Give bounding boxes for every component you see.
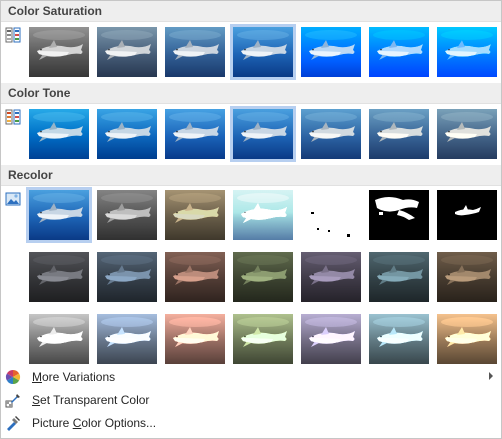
color-option-tile[interactable] — [369, 252, 429, 302]
shark-thumbnail-image — [233, 109, 293, 159]
color-option-tile[interactable] — [230, 106, 296, 162]
color-option-tile[interactable] — [230, 24, 296, 80]
color-option-tile[interactable] — [97, 27, 157, 77]
shark-thumbnail-image — [233, 190, 293, 240]
color-option-tile[interactable] — [26, 187, 92, 243]
shark-thumbnail-image — [437, 252, 497, 302]
section-header-tone: Color Tone — [1, 83, 501, 104]
color-option-tile[interactable] — [369, 27, 429, 77]
shark-thumbnail-image — [437, 27, 497, 77]
color-option-tile[interactable] — [29, 109, 89, 159]
color-option-tile[interactable] — [29, 314, 89, 364]
color-option-tile[interactable] — [301, 252, 361, 302]
recolor-picture-icon — [5, 192, 21, 206]
shark-thumbnail-image — [97, 314, 157, 364]
color-option-tile[interactable] — [29, 27, 89, 77]
color-option-tile[interactable] — [165, 27, 225, 77]
shark-thumbnail-image — [29, 314, 89, 364]
section-header-saturation: Color Saturation — [1, 1, 501, 22]
color-tone-icon — [5, 109, 21, 125]
more-variations-label: More Variations — [32, 370, 116, 384]
section-title: Color Tone — [8, 86, 71, 100]
color-option-tile[interactable] — [97, 190, 157, 240]
set-transparent-color-menu-item[interactable]: Set Transparent Color — [1, 389, 501, 411]
color-option-tile[interactable] — [301, 190, 361, 240]
shark-thumbnail-image — [301, 314, 361, 364]
color-option-tile[interactable] — [301, 109, 361, 159]
shark-thumbnail-image — [233, 27, 293, 77]
shark-thumbnail-image — [97, 27, 157, 77]
shark-thumbnail-image — [165, 252, 225, 302]
picture-color-options-label: Picture Color Options... — [32, 416, 157, 430]
color-option-tile[interactable] — [301, 27, 361, 77]
shark-thumbnail-image — [369, 252, 429, 302]
picture-color-gallery: Color Saturation Color Tone Recolor More… — [0, 0, 502, 439]
shark-thumbnail-image — [301, 109, 361, 159]
shark-thumbnail-image — [369, 314, 429, 364]
shark-thumbnail-image — [29, 109, 89, 159]
shark-thumbnail-image — [97, 190, 157, 240]
shark-thumbnail-image — [233, 314, 293, 364]
color-option-tile[interactable] — [97, 109, 157, 159]
shark-thumbnail-image — [437, 314, 497, 364]
shark-thumbnail-image — [165, 314, 225, 364]
color-option-tile[interactable] — [437, 27, 497, 77]
color-option-tile[interactable] — [165, 109, 225, 159]
color-option-tile[interactable] — [29, 252, 89, 302]
eyedropper-transparent-icon — [5, 394, 20, 408]
shark-thumbnail-image — [369, 109, 429, 159]
shark-thumbnail-image — [29, 27, 89, 77]
color-wheel-icon — [5, 369, 21, 385]
color-option-tile[interactable] — [233, 252, 293, 302]
color-option-tile[interactable] — [233, 190, 293, 240]
shark-thumbnail-image — [369, 27, 429, 77]
shark-thumbnail-image — [301, 190, 361, 240]
color-option-tile[interactable] — [97, 314, 157, 364]
shark-thumbnail-image — [165, 109, 225, 159]
shark-thumbnail-image — [369, 190, 429, 240]
shark-thumbnail-image — [437, 190, 497, 240]
shark-thumbnail-image — [165, 190, 225, 240]
color-option-tile[interactable] — [165, 252, 225, 302]
shark-thumbnail-image — [437, 109, 497, 159]
color-option-tile[interactable] — [165, 314, 225, 364]
shark-thumbnail-image — [97, 252, 157, 302]
shark-thumbnail-image — [301, 27, 361, 77]
shark-thumbnail-image — [29, 190, 89, 240]
submenu-arrow-icon — [489, 372, 493, 380]
color-option-tile[interactable] — [369, 109, 429, 159]
color-option-tile[interactable] — [437, 252, 497, 302]
color-option-tile[interactable] — [369, 190, 429, 240]
color-option-tile[interactable] — [97, 252, 157, 302]
color-option-tile[interactable] — [233, 314, 293, 364]
picture-color-options-menu-item[interactable]: Picture Color Options... — [1, 412, 501, 434]
color-option-tile[interactable] — [437, 190, 497, 240]
more-variations-menu-item[interactable]: More Variations — [1, 366, 501, 388]
shark-thumbnail-image — [301, 252, 361, 302]
shark-thumbnail-image — [165, 27, 225, 77]
section-header-recolor: Recolor — [1, 165, 501, 186]
shark-thumbnail-image — [233, 252, 293, 302]
color-option-tile[interactable] — [165, 190, 225, 240]
shark-thumbnail-image — [97, 109, 157, 159]
color-option-tile[interactable] — [437, 314, 497, 364]
section-title: Recolor — [8, 168, 53, 182]
shark-thumbnail-image — [29, 252, 89, 302]
color-saturation-icon — [5, 27, 21, 43]
color-option-tile[interactable] — [301, 314, 361, 364]
set-transparent-color-label: Set Transparent Color — [32, 393, 150, 407]
section-title: Color Saturation — [8, 4, 103, 18]
color-option-tile[interactable] — [369, 314, 429, 364]
picture-color-options-icon — [7, 416, 20, 431]
color-option-tile[interactable] — [437, 109, 497, 159]
